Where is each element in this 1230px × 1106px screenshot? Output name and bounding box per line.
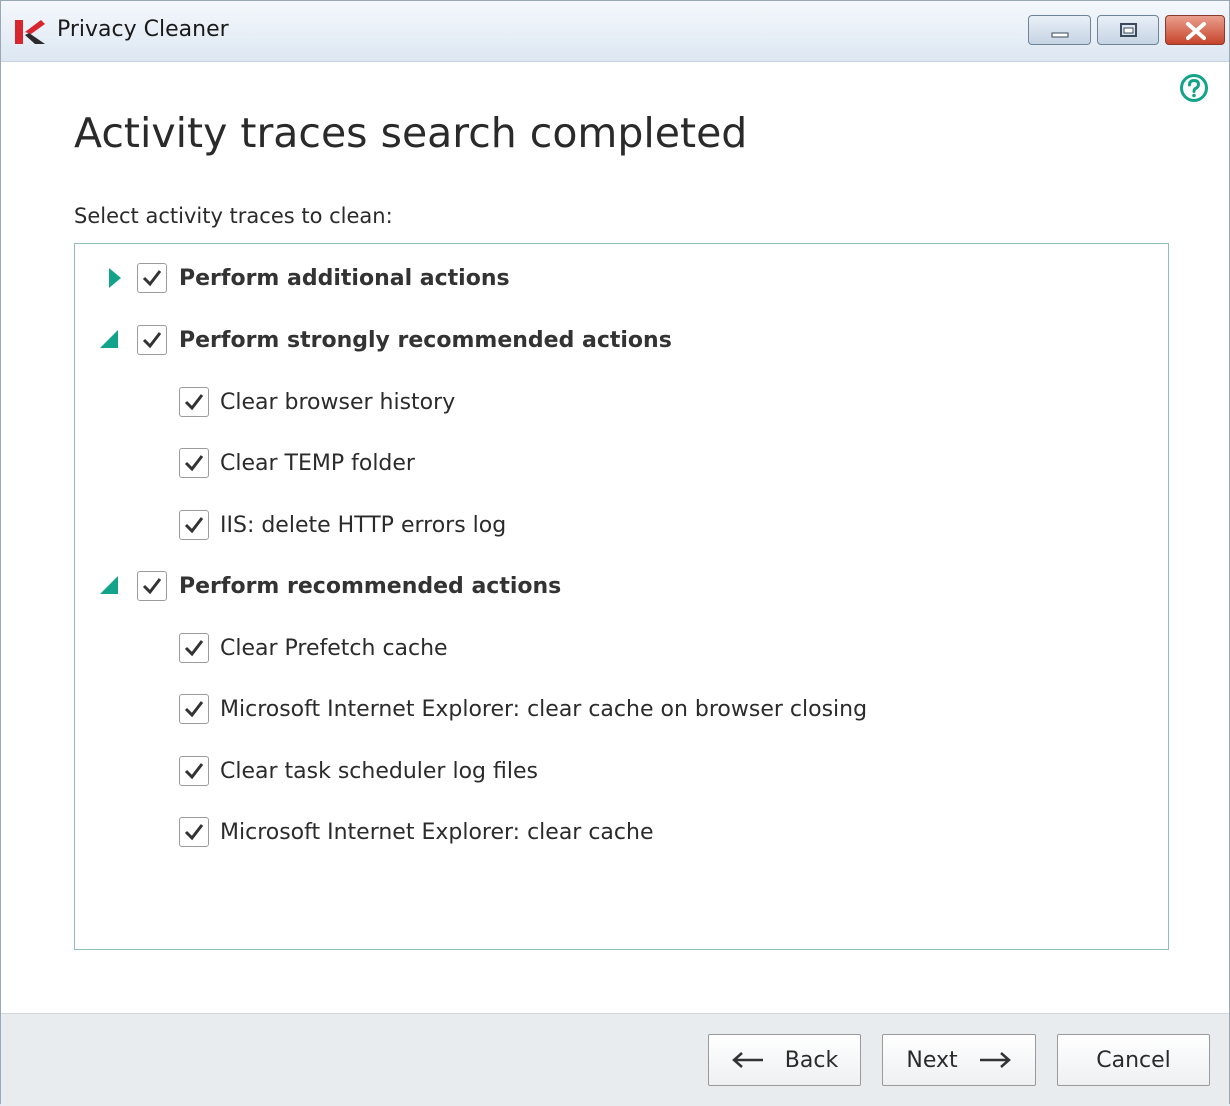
- minimize-icon: [1051, 32, 1069, 38]
- item-checkbox[interactable]: [179, 387, 209, 417]
- tree-item-label: Clear Prefetch cache: [220, 635, 448, 661]
- tree-item-ie-clear-cache[interactable]: Microsoft Internet Explorer: clear cache: [179, 814, 654, 850]
- tree-item-label: Microsoft Internet Explorer: clear cache…: [220, 696, 868, 722]
- close-icon: [1186, 22, 1206, 40]
- tree-item-label: Clear browser history: [220, 389, 456, 415]
- back-button-label: Back: [784, 1047, 839, 1073]
- close-button[interactable]: [1165, 15, 1225, 45]
- cancel-button-label: Cancel: [1096, 1047, 1171, 1073]
- tree-group-recommended[interactable]: Perform recommended actions: [137, 568, 561, 604]
- item-checkbox[interactable]: [179, 756, 209, 786]
- item-checkbox[interactable]: [179, 817, 209, 847]
- collapse-arrow-icon[interactable]: [99, 574, 119, 598]
- window-title: Privacy Cleaner: [57, 17, 229, 42]
- tree-group-additional-actions[interactable]: Perform additional actions: [137, 260, 510, 296]
- cancel-button[interactable]: Cancel: [1057, 1034, 1210, 1086]
- checkmark-icon: [184, 701, 204, 718]
- checkmark-icon: [184, 394, 204, 411]
- activity-traces-tree[interactable]: Perform additional actions Perform stron…: [74, 243, 1169, 950]
- tree-item-clear-prefetch-cache[interactable]: Clear Prefetch cache: [179, 630, 448, 666]
- help-circle-icon[interactable]: [1179, 73, 1209, 103]
- kaspersky-k-icon: [15, 20, 45, 44]
- arrow-left-icon: [731, 1052, 763, 1068]
- tree-item-label: IIS: delete HTTP errors log: [220, 512, 507, 538]
- item-checkbox[interactable]: [179, 510, 209, 540]
- next-button-label: Next: [906, 1047, 958, 1073]
- minimize-button[interactable]: [1028, 15, 1091, 45]
- checkmark-icon: [184, 640, 204, 657]
- tree-item-ie-clear-cache-on-closing[interactable]: Microsoft Internet Explorer: clear cache…: [179, 691, 867, 727]
- tree-item-label: Clear TEMP folder: [220, 450, 415, 476]
- item-checkbox[interactable]: [179, 694, 209, 724]
- title-bar[interactable]: Privacy Cleaner: [1, 1, 1229, 62]
- tree-item-clear-task-scheduler-logs[interactable]: Clear task scheduler log files: [179, 753, 538, 789]
- collapse-arrow-icon[interactable]: [99, 328, 119, 352]
- wizard-footer: [1, 1013, 1229, 1106]
- tree-group-label: Perform additional actions: [179, 265, 510, 291]
- checkmark-icon: [142, 332, 162, 349]
- arrow-right-icon: [979, 1052, 1011, 1068]
- checkmark-icon: [142, 578, 162, 595]
- group-checkbox[interactable]: [137, 263, 167, 293]
- back-button[interactable]: Back: [708, 1034, 861, 1086]
- maximize-button[interactable]: [1097, 15, 1159, 45]
- tree-group-label: Perform strongly recommended actions: [179, 327, 672, 353]
- item-checkbox[interactable]: [179, 633, 209, 663]
- checkmark-icon: [184, 763, 204, 780]
- tree-item-clear-browser-history[interactable]: Clear browser history: [179, 384, 455, 420]
- tree-item-iis-delete-http-errors-log[interactable]: IIS: delete HTTP errors log: [179, 507, 506, 543]
- tree-item-label: Microsoft Internet Explorer: clear cache: [220, 819, 654, 845]
- page-title: Activity traces search completed: [74, 109, 748, 157]
- privacy-cleaner-window: Privacy Cleaner Activity traces search c…: [0, 0, 1230, 1106]
- checkmark-icon: [142, 270, 162, 287]
- maximize-icon: [1120, 23, 1137, 37]
- group-checkbox[interactable]: [137, 571, 167, 601]
- checkmark-icon: [184, 517, 204, 534]
- checkmark-icon: [184, 824, 204, 841]
- page-subtitle: Select activity traces to clean:: [74, 204, 393, 228]
- expand-arrow-icon[interactable]: [106, 266, 126, 290]
- next-button[interactable]: Next: [882, 1034, 1036, 1086]
- tree-item-label: Clear task scheduler log files: [220, 758, 538, 784]
- checkmark-icon: [184, 455, 204, 472]
- group-checkbox[interactable]: [137, 325, 167, 355]
- tree-group-strongly-recommended[interactable]: Perform strongly recommended actions: [137, 322, 672, 358]
- tree-item-clear-temp-folder[interactable]: Clear TEMP folder: [179, 445, 415, 481]
- tree-group-label: Perform recommended actions: [179, 573, 562, 599]
- item-checkbox[interactable]: [179, 448, 209, 478]
